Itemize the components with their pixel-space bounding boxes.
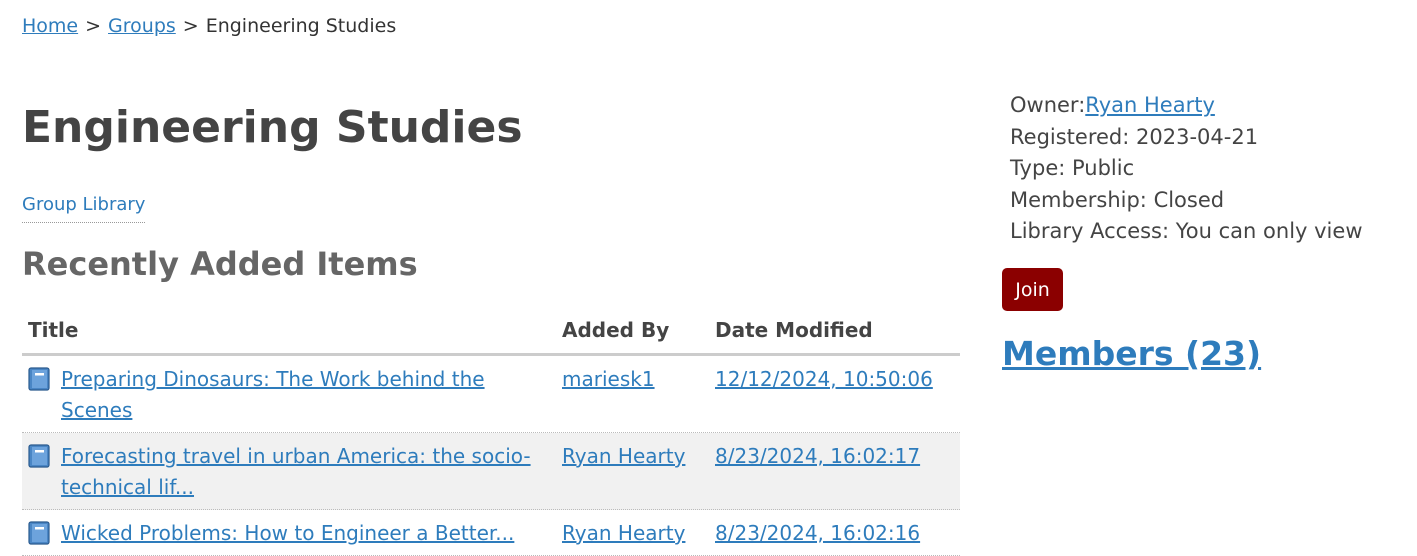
date-modified-link[interactable]: 8/23/2024, 16:02:16 xyxy=(715,521,920,545)
members-link[interactable]: Members (23) xyxy=(1002,334,1261,373)
book-icon xyxy=(28,367,50,391)
item-title-link[interactable]: Forecasting travel in urban America: the… xyxy=(61,441,550,503)
membership-value: Closed xyxy=(1153,187,1225,212)
type-label: Type: xyxy=(1010,156,1066,180)
column-header-added-by[interactable]: Added By xyxy=(556,316,709,353)
table-header: Title Added By Date Modified xyxy=(22,316,960,356)
join-button[interactable]: Join xyxy=(1002,268,1063,311)
membership-line: Membership: Closed xyxy=(1010,185,1363,217)
added-by-link[interactable]: Ryan Hearty xyxy=(562,521,685,545)
breadcrumb-separator: > xyxy=(182,15,199,37)
group-library-link[interactable]: Group Library xyxy=(22,194,146,223)
breadcrumb-current: Engineering Studies xyxy=(205,15,397,37)
type-line: Type: Public xyxy=(1010,153,1363,185)
registered-value: 2023-04-21 xyxy=(1136,124,1259,149)
item-title-link[interactable]: Wicked Problems: How to Engineer a Bette… xyxy=(61,518,514,549)
table-row: Forecasting travel in urban America: the… xyxy=(22,433,960,510)
breadcrumb-separator: > xyxy=(85,15,102,37)
type-value: Public xyxy=(1072,156,1135,180)
registered-label: Registered: xyxy=(1010,124,1130,149)
breadcrumb: Home > Groups > Engineering Studies xyxy=(22,15,396,37)
breadcrumb-groups-link[interactable]: Groups xyxy=(108,15,176,37)
owner-label: Owner: xyxy=(1010,93,1086,117)
members-heading: Members (23) xyxy=(1002,334,1261,373)
table-row: Preparing Dinosaurs: The Work behind the… xyxy=(22,356,960,433)
date-modified-link[interactable]: 12/12/2024, 10:50:06 xyxy=(715,367,933,391)
date-modified-link[interactable]: 8/23/2024, 16:02:17 xyxy=(715,444,920,468)
table-row: Wicked Problems: How to Engineer a Bette… xyxy=(22,510,960,556)
recently-added-heading: Recently Added Items xyxy=(22,245,418,283)
registered-line: Registered: 2023-04-21 xyxy=(1010,122,1363,154)
item-title-link[interactable]: Preparing Dinosaurs: The Work behind the… xyxy=(61,364,550,426)
book-icon xyxy=(28,521,50,545)
page-title: Engineering Studies xyxy=(22,102,523,153)
library-access-value: You can only view xyxy=(1175,219,1363,243)
recent-items-table: Title Added By Date Modified Preparing D… xyxy=(22,316,960,556)
library-access-line: Library Access: You can only view xyxy=(1010,216,1363,248)
library-access-label: Library Access: xyxy=(1010,219,1170,243)
breadcrumb-home-link[interactable]: Home xyxy=(22,15,78,37)
column-header-title[interactable]: Title xyxy=(22,316,556,353)
book-icon xyxy=(28,444,50,468)
owner-line: Owner:Ryan Hearty xyxy=(1010,90,1363,122)
membership-label: Membership: xyxy=(1010,187,1147,212)
added-by-link[interactable]: mariesk1 xyxy=(562,367,655,391)
column-header-date-modified[interactable]: Date Modified xyxy=(709,316,960,353)
group-info-panel: Owner:Ryan Hearty Registered: 2023-04-21… xyxy=(1010,90,1363,248)
owner-link[interactable]: Ryan Hearty xyxy=(1085,93,1215,117)
added-by-link[interactable]: Ryan Hearty xyxy=(562,444,685,468)
